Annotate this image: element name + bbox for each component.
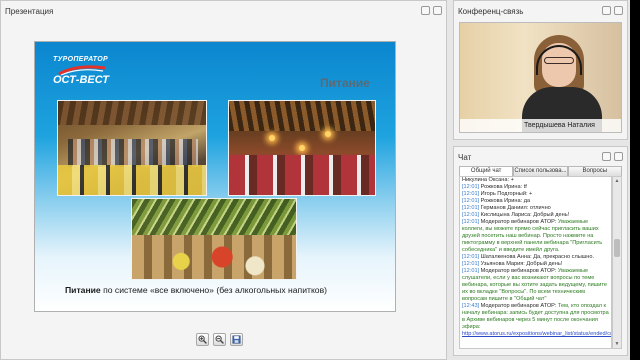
message-author: Германов Даниил: bbox=[480, 205, 529, 211]
maximize-icon[interactable] bbox=[614, 152, 623, 161]
conference-window-controls bbox=[602, 6, 623, 15]
archive-link[interactable]: http://www.atorus.ru/expositions/webinar… bbox=[462, 331, 611, 337]
message-time: [12:01] bbox=[462, 268, 481, 274]
message-author: Модератор вебинаров АТОР: bbox=[480, 268, 557, 274]
message-text: Да, прекрасно слышно. bbox=[531, 254, 594, 260]
chat-message: [12:01] Узьянова Мария: Добрый день! bbox=[460, 261, 611, 268]
webcam-video[interactable]: Твердышева Наталия bbox=[459, 22, 622, 133]
chat-scrollbar[interactable]: ▲ ▼ bbox=[612, 176, 622, 349]
chat-message: [12:01] Рожкова Ирина: да bbox=[460, 198, 611, 205]
message-time: [12:01] bbox=[462, 191, 481, 197]
chat-message: Никулина Оксана: + bbox=[460, 177, 611, 184]
message-author: Игорь Подгорный: bbox=[480, 191, 528, 197]
scroll-thumb[interactable] bbox=[614, 239, 620, 257]
message-time: [12:01] bbox=[462, 254, 481, 260]
presentation-slide: ТУРОПЕРАТОР ОСТ-ВЕСТ Питание Питание по … bbox=[34, 41, 396, 312]
zoom-in-icon bbox=[198, 335, 207, 344]
message-author: Рожкова Ирина: bbox=[480, 198, 523, 204]
right-edge-bar bbox=[630, 0, 640, 360]
minimize-icon[interactable] bbox=[602, 6, 611, 15]
zoom-in-button[interactable] bbox=[196, 333, 209, 346]
message-text: отлично bbox=[528, 205, 551, 211]
message-text: + bbox=[509, 177, 514, 183]
presentation-window-controls bbox=[421, 6, 442, 15]
tab-questions[interactable]: Вопросы bbox=[567, 166, 622, 176]
caption-bold: Питание bbox=[65, 285, 101, 295]
restaurant-photo-1 bbox=[57, 100, 207, 196]
chat-tabs: Общий чат Список пользова... Вопросы bbox=[459, 166, 622, 176]
presentation-title: Презентация bbox=[5, 7, 54, 16]
maximize-icon[interactable] bbox=[433, 6, 442, 15]
chat-message: [12:01] Модератор вебинаров АТОР: Уважае… bbox=[460, 219, 611, 254]
message-time: [12:01] bbox=[462, 219, 481, 225]
message-time: [12:01] bbox=[462, 198, 481, 204]
message-text: + bbox=[527, 191, 533, 197]
message-author: Модератор вебинаров АТОР: bbox=[480, 303, 557, 309]
tab-general-chat[interactable]: Общий чат bbox=[459, 166, 514, 176]
logo-tagline: ТУРОПЕРАТОР bbox=[53, 56, 109, 63]
maximize-icon[interactable] bbox=[614, 6, 623, 15]
chat-window-controls bbox=[602, 152, 623, 161]
message-author: Шаталкенова Анна: bbox=[480, 254, 532, 260]
chat-message: [12:01] Кислицына Лариса: Добрый день! bbox=[460, 212, 611, 219]
minimize-icon[interactable] bbox=[421, 6, 430, 15]
message-author: Кислицына Лариса: bbox=[480, 212, 532, 218]
minimize-icon[interactable] bbox=[602, 152, 611, 161]
chat-message: [12:01] Игорь Подгорный: + bbox=[460, 191, 611, 198]
restaurant-photo-2 bbox=[228, 100, 376, 196]
zoom-out-button[interactable] bbox=[213, 333, 226, 346]
buffet-photo bbox=[131, 198, 297, 280]
save-button[interactable] bbox=[230, 333, 243, 346]
presentation-toolbar bbox=[196, 333, 243, 346]
logo-brand: ОСТ-ВЕСТ bbox=[53, 74, 109, 86]
chat-message: [12:01] Модератор вебинаров АТОР: Уважае… bbox=[460, 268, 611, 303]
message-text: да bbox=[522, 198, 531, 204]
message-author: Никулина Оксана: bbox=[462, 177, 510, 183]
chat-message: [12:43] Модератор вебинаров АТОР: Тем, к… bbox=[460, 303, 611, 338]
message-text: Добрый день! bbox=[531, 212, 570, 218]
scroll-up-icon[interactable]: ▲ bbox=[614, 178, 620, 184]
chat-message: [12:01] Германов Даниил: отлично bbox=[460, 205, 611, 212]
message-author: Узьянова Мария: bbox=[480, 261, 525, 267]
chat-message: [12:01] Рожкова Ирина: tf bbox=[460, 184, 611, 191]
message-time: [12:01] bbox=[462, 212, 481, 218]
slide-heading: Питание bbox=[320, 76, 370, 90]
message-author: Модератор вебинаров АТОР: bbox=[480, 219, 557, 225]
zoom-out-icon bbox=[215, 335, 224, 344]
chat-message: [12:01] Шаталкенова Анна: Да, прекрасно … bbox=[460, 254, 611, 261]
caption-text: по системе «все включено» (без алкогольн… bbox=[100, 285, 328, 295]
chat-message-list[interactable]: Никулина Оксана: + [12:01] Рожкова Ирина:… bbox=[459, 176, 612, 349]
message-time: [12:01] bbox=[462, 184, 481, 190]
save-icon bbox=[232, 335, 241, 344]
message-text: tf bbox=[522, 184, 527, 190]
tab-user-list[interactable]: Список пользова... bbox=[513, 166, 568, 176]
message-author: Рожкова Ирина: bbox=[480, 184, 523, 190]
message-time: [12:01] bbox=[462, 205, 481, 211]
slide-caption: Питание по системе «все включено» (без а… bbox=[65, 285, 327, 295]
message-text: Добрый день! bbox=[524, 261, 563, 267]
message-time: [12:43] bbox=[462, 303, 481, 309]
message-time: [12:01] bbox=[462, 261, 481, 267]
participant-name: Твердышева Наталия bbox=[460, 119, 621, 132]
scroll-down-icon[interactable]: ▼ bbox=[614, 341, 620, 347]
